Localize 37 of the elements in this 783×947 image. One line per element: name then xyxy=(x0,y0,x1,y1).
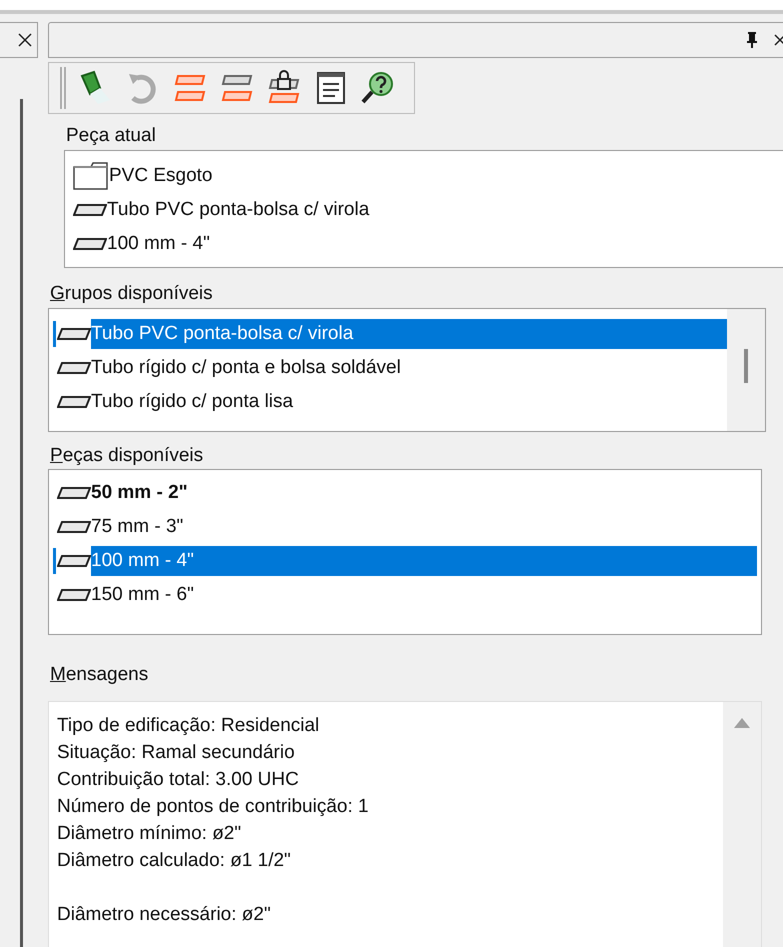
message-line: Tipo de edificação: Residencial xyxy=(57,714,320,738)
list-item[interactable]: PVC Esgoto xyxy=(65,158,783,193)
list-item[interactable]: Tubo PVC ponta-bolsa c/ virola xyxy=(65,192,783,227)
tube-icon xyxy=(57,520,91,534)
tube-icon xyxy=(57,360,91,374)
section-label: Peça atual xyxy=(66,124,157,148)
section-label: Peças disponíveis xyxy=(50,444,204,468)
tube-icon xyxy=(57,486,91,500)
list-item[interactable]: 75 mm - 3" xyxy=(49,510,757,544)
tube-icon xyxy=(57,588,91,602)
folder-icon xyxy=(73,162,109,190)
list-item[interactable]: 50 mm - 2" xyxy=(49,476,757,510)
tube-icon xyxy=(57,326,91,340)
message-line: Contribuição total: 3.00 UHC xyxy=(57,768,300,792)
message-line: Diâmetro calculado: ø1 1/2" xyxy=(57,849,292,873)
section-label: Mensagens xyxy=(50,663,150,687)
message-line: Diâmetro mínimo: ø2" xyxy=(57,822,242,846)
list-item[interactable]: 100 mm - 4" xyxy=(65,226,783,261)
help-icon[interactable] xyxy=(360,70,396,106)
scrollbar[interactable] xyxy=(727,308,765,430)
message-line: Situação: Ramal secundário xyxy=(57,741,296,765)
lock-icon[interactable] xyxy=(266,70,302,106)
section-label: Grupos disponíveis xyxy=(50,282,214,306)
message-line: Diâmetro necessário: ø2" xyxy=(57,903,272,927)
tube-icon xyxy=(73,236,107,251)
scrollbar[interactable] xyxy=(723,702,761,947)
list-item[interactable]: Tubo rígido c/ ponta lisa xyxy=(49,384,727,418)
list-item[interactable]: Tubo rígido c/ ponta e bolsa soldável xyxy=(49,350,727,384)
list-item[interactable]: 150 mm - 6" xyxy=(49,578,757,612)
grip-icon[interactable] xyxy=(59,65,67,111)
close-icon[interactable] xyxy=(773,32,783,48)
tube-icon xyxy=(73,202,107,217)
close-icon[interactable] xyxy=(17,32,33,48)
tube-icon xyxy=(57,394,91,408)
pin-icon[interactable] xyxy=(745,31,759,49)
tube-icon xyxy=(57,554,91,568)
message-line: Número de pontos de contribuição: 1 xyxy=(57,795,370,819)
